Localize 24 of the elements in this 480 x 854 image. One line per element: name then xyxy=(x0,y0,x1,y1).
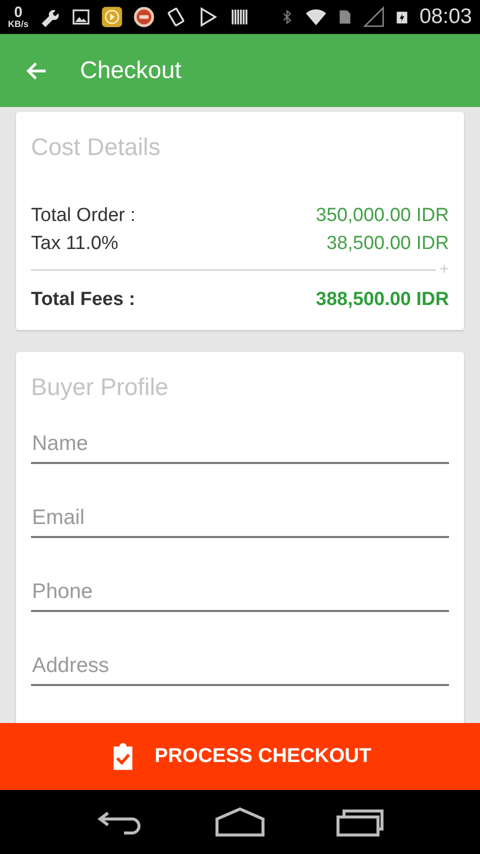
process-checkout-button[interactable]: PROCESS CHECKOUT xyxy=(0,723,480,790)
cost-value: 350,000.00 IDR xyxy=(316,204,449,228)
cost-value: 38,500.00 IDR xyxy=(326,232,449,256)
speed-unit: KB/s xyxy=(8,20,29,29)
recent-apps-icon[interactable] xyxy=(336,807,384,837)
card-title: Cost Details xyxy=(31,134,162,162)
speed-value: 0 xyxy=(14,5,22,20)
card-title: Buyer Profile xyxy=(31,374,170,402)
rotate-icon xyxy=(164,6,187,28)
cost-label: Total Order : xyxy=(31,204,136,228)
status-time: 08:03 xyxy=(419,5,472,29)
home-icon[interactable] xyxy=(214,807,265,837)
image-icon xyxy=(70,7,91,27)
input-field[interactable]: Phone xyxy=(31,572,449,612)
total-label: Total Fees : xyxy=(31,288,136,312)
plus-mark: + xyxy=(440,262,449,278)
input-field[interactable]: Name xyxy=(31,424,449,464)
input-field[interactable]: Email xyxy=(31,498,449,538)
play-app-icon xyxy=(100,6,123,28)
cost-label: Tax 11.0% xyxy=(31,232,118,256)
input-field[interactable]: Address xyxy=(31,646,449,686)
signal-icon xyxy=(363,6,386,28)
total-value: 388,500.00 IDR xyxy=(316,288,449,312)
screen-title: Checkout xyxy=(80,56,182,84)
